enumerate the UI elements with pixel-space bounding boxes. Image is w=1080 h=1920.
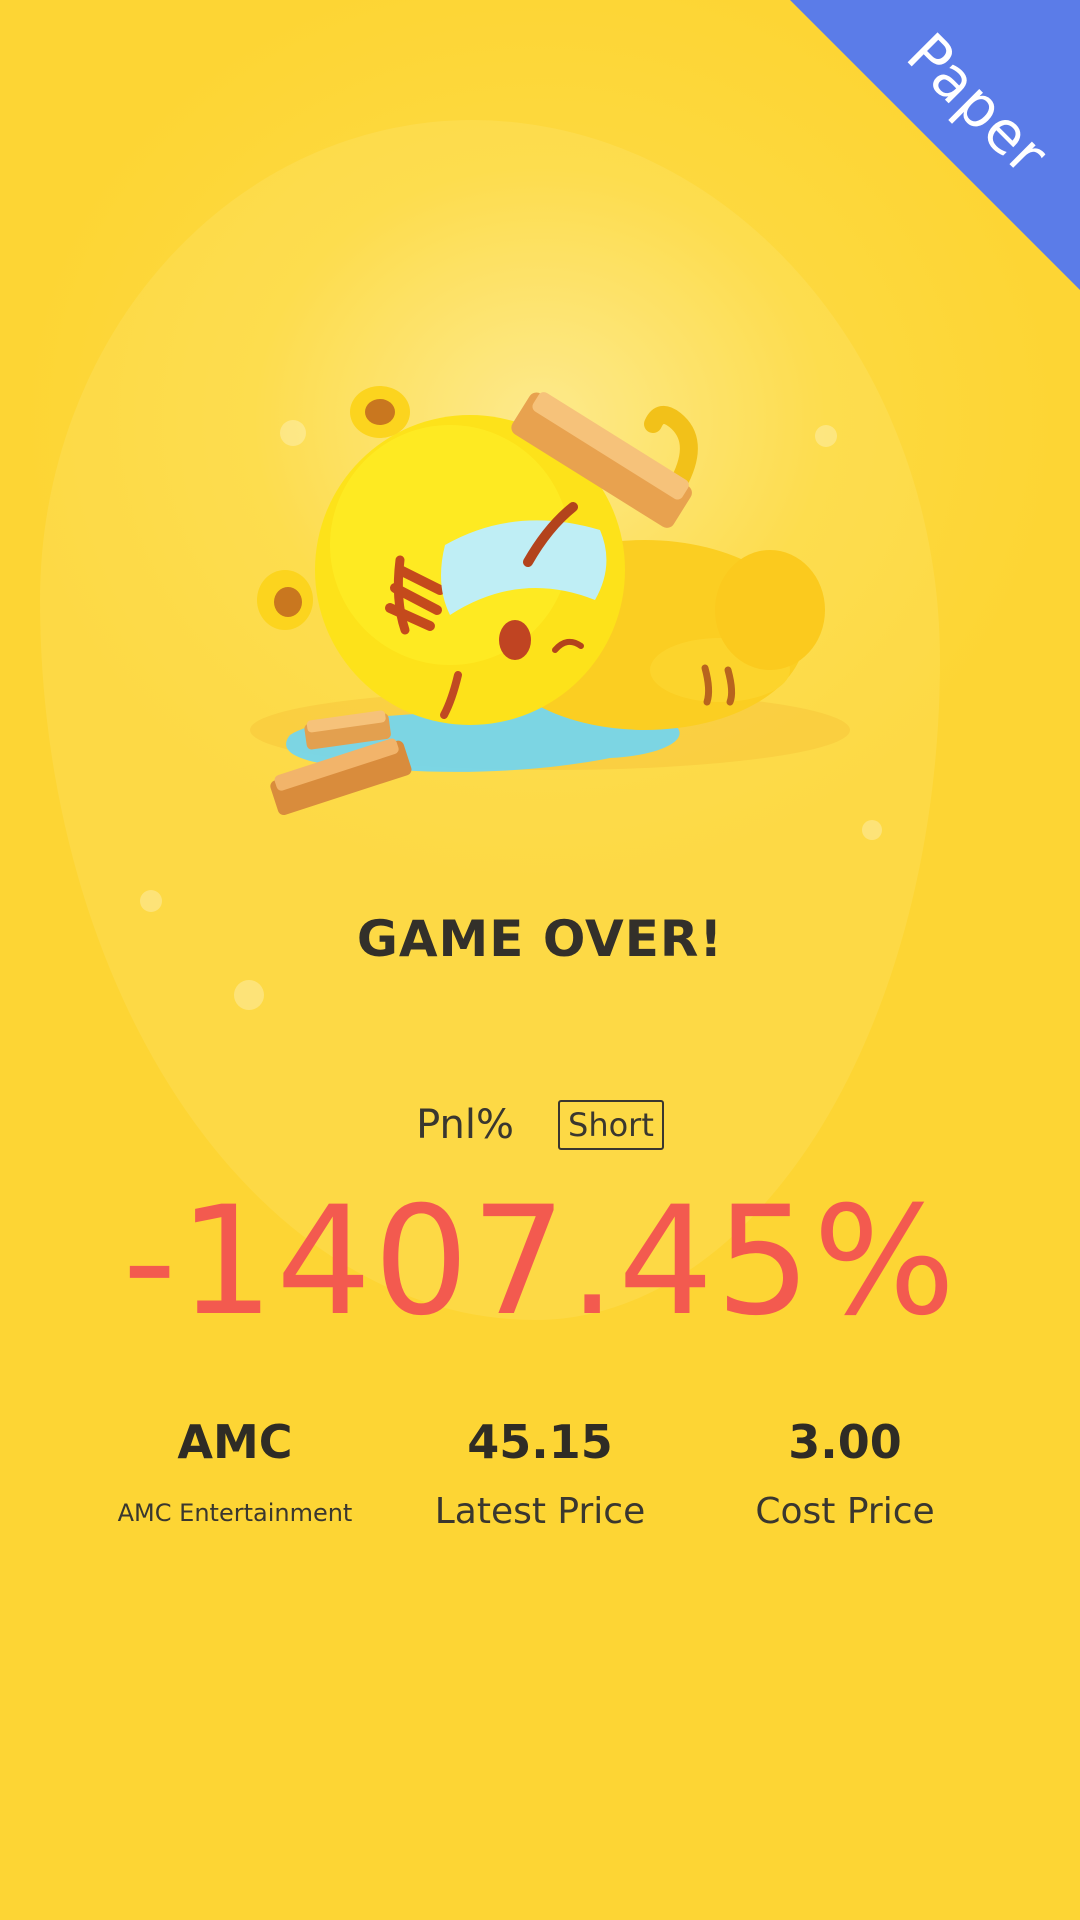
- cost-price-stat: 3.00 Cost Price: [680, 1415, 1010, 1532]
- company-name: AMC Entertainment: [117, 1499, 353, 1527]
- paper-ribbon: Paper: [790, 0, 1080, 290]
- pnl-header-row: Pnl% Short: [0, 1100, 1080, 1150]
- symbol-stat: AMC AMC Entertainment: [70, 1415, 400, 1527]
- bokeh-dot: [140, 890, 162, 912]
- latest-price-value: 45.15: [467, 1415, 613, 1469]
- cost-price-label: Cost Price: [755, 1491, 935, 1532]
- latest-price-label: Latest Price: [434, 1491, 646, 1532]
- symbol-value: AMC: [177, 1415, 293, 1469]
- pnl-value: -1407.45%: [122, 1175, 958, 1349]
- bokeh-dot: [234, 980, 264, 1010]
- position-badge: Short: [558, 1100, 664, 1150]
- latest-price-stat: 45.15 Latest Price: [375, 1415, 705, 1532]
- sad-tiger-mascot-icon: [250, 330, 890, 850]
- cost-price-value: 3.00: [788, 1415, 902, 1469]
- pnl-label: Pnl%: [416, 1102, 514, 1148]
- game-over-title: GAME OVER!: [356, 910, 724, 968]
